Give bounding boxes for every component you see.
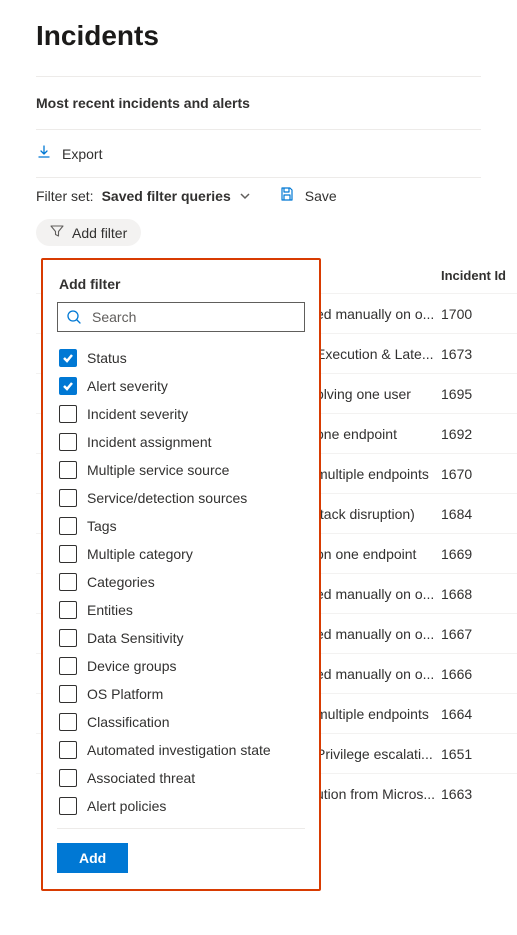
add-filter-label: Add filter: [72, 225, 127, 241]
filter-option-label: Multiple category: [87, 546, 193, 562]
page-subtitle: Most recent incidents and alerts: [36, 95, 481, 111]
filter-option-label: Alert severity: [87, 378, 168, 394]
filter-option-label: Alert policies: [87, 798, 166, 814]
filter-option-label: Data Sensitivity: [87, 630, 183, 646]
export-label: Export: [62, 146, 102, 162]
checkbox[interactable]: [59, 741, 77, 759]
filter-option-label: Incident severity: [87, 406, 188, 422]
divider: [36, 76, 481, 77]
checkbox[interactable]: [59, 405, 77, 423]
filter-option-label: OS Platform: [87, 686, 163, 702]
filter-icon: [50, 224, 64, 241]
filter-option[interactable]: Incident assignment: [57, 428, 305, 456]
checkbox[interactable]: [59, 629, 77, 647]
filter-option[interactable]: Incident severity: [57, 400, 305, 428]
filter-option[interactable]: Associated threat: [57, 764, 305, 792]
checkbox[interactable]: [59, 657, 77, 675]
save-button[interactable]: Save: [305, 188, 337, 204]
checkbox[interactable]: [59, 713, 77, 731]
column-header-incident-id[interactable]: Incident Id: [441, 268, 517, 283]
filter-option-label: Status: [87, 350, 127, 366]
filter-option-label: Incident assignment: [87, 434, 212, 450]
filter-option[interactable]: Classification: [57, 708, 305, 736]
filter-option[interactable]: Categories: [57, 568, 305, 596]
filter-option-label: Categories: [87, 574, 155, 590]
filter-option-label: Device groups: [87, 658, 177, 674]
add-filter-popover: Add filter Status Alert severity Incident …: [41, 258, 321, 891]
filter-option[interactable]: Alert policies: [57, 792, 305, 820]
filter-search-box[interactable]: [57, 302, 305, 332]
filter-option-label: Multiple service source: [87, 462, 229, 478]
filter-set-label: Filter set:: [36, 188, 94, 204]
chevron-down-icon[interactable]: [239, 190, 251, 202]
incident-id-cell: 1673: [441, 346, 517, 362]
filter-option[interactable]: Alert severity: [57, 372, 305, 400]
filter-option[interactable]: Multiple category: [57, 540, 305, 568]
incident-id-cell: 1668: [441, 586, 517, 602]
incident-id-cell: 1700: [441, 306, 517, 322]
incident-id-cell: 1695: [441, 386, 517, 402]
export-button[interactable]: Export: [36, 130, 481, 177]
incident-id-cell: 1692: [441, 426, 517, 442]
add-filter-pill[interactable]: Add filter: [36, 219, 141, 246]
filter-option[interactable]: Data Sensitivity: [57, 624, 305, 652]
download-icon: [36, 144, 52, 163]
filter-option-label: Service/detection sources: [87, 490, 247, 506]
filter-option[interactable]: OS Platform: [57, 680, 305, 708]
incident-id-cell: 1666: [441, 666, 517, 682]
filter-option-label: Automated investigation state: [87, 742, 271, 758]
filter-option[interactable]: Device groups: [57, 652, 305, 680]
search-icon: [66, 309, 82, 325]
checkbox[interactable]: [59, 489, 77, 507]
incident-id-cell: 1664: [441, 706, 517, 722]
checkbox[interactable]: [59, 769, 77, 787]
checkbox[interactable]: [59, 545, 77, 563]
checkbox[interactable]: [59, 377, 77, 395]
checkbox[interactable]: [59, 349, 77, 367]
page-title: Incidents: [36, 20, 481, 52]
filter-option-label: Tags: [87, 518, 117, 534]
checkbox[interactable]: [59, 517, 77, 535]
popover-title: Add filter: [59, 276, 303, 292]
checkbox[interactable]: [59, 461, 77, 479]
filter-option[interactable]: Service/detection sources: [57, 484, 305, 512]
checkbox[interactable]: [59, 797, 77, 815]
filter-option[interactable]: Multiple service source: [57, 456, 305, 484]
checkbox[interactable]: [59, 601, 77, 619]
save-icon[interactable]: [279, 186, 295, 205]
add-button[interactable]: Add: [57, 843, 128, 873]
filter-option-label: Classification: [87, 714, 169, 730]
filter-option-label: Associated threat: [87, 770, 195, 786]
incident-id-cell: 1667: [441, 626, 517, 642]
incident-id-cell: 1669: [441, 546, 517, 562]
checkbox[interactable]: [59, 573, 77, 591]
filter-set-dropdown[interactable]: Saved filter queries: [102, 188, 231, 204]
search-input[interactable]: [90, 308, 296, 326]
filter-option[interactable]: Automated investigation state: [57, 736, 305, 764]
filter-options-list: Status Alert severity Incident severity Inc…: [57, 344, 305, 829]
incident-id-cell: 1651: [441, 746, 517, 762]
incident-id-cell: 1670: [441, 466, 517, 482]
checkbox[interactable]: [59, 685, 77, 703]
filter-option[interactable]: Status: [57, 344, 305, 372]
filter-option-label: Entities: [87, 602, 133, 618]
filter-option[interactable]: Entities: [57, 596, 305, 624]
filter-option[interactable]: Tags: [57, 512, 305, 540]
incident-id-cell: 1684: [441, 506, 517, 522]
checkbox[interactable]: [59, 433, 77, 451]
incident-id-cell: 1663: [441, 786, 517, 802]
